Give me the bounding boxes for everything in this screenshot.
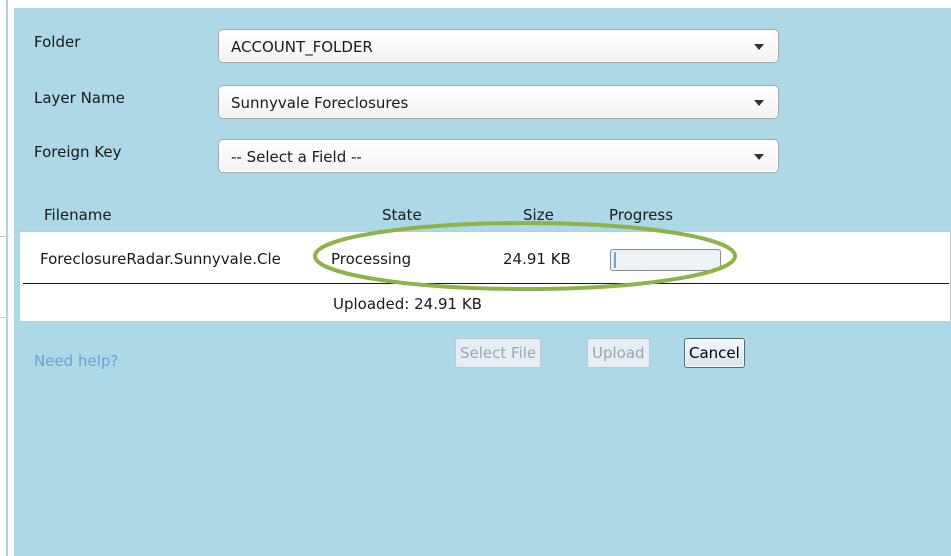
file-table: ForeclosureRadar.Sunnyvale.Cle Processin… [19, 231, 951, 322]
foreign-key-dropdown-value: -- Select a Field -- [231, 148, 362, 166]
row-size: 24.91 KB [503, 250, 571, 268]
column-header-state: State [382, 206, 422, 224]
need-help-link[interactable]: Need help? [34, 352, 118, 370]
upload-panel: Folder ACCOUNT_FOLDER Layer Name Sunnyva… [14, 8, 951, 556]
row-divider [23, 283, 949, 284]
chevron-down-icon [754, 44, 764, 50]
foreign-key-dropdown[interactable]: -- Select a Field -- [218, 139, 779, 173]
foreign-key-label: Foreign Key [34, 143, 122, 161]
left-strip [0, 0, 14, 556]
folder-dropdown-value: ACCOUNT_FOLDER [231, 38, 373, 56]
upload-progress-bar [610, 249, 721, 271]
folder-label: Folder [34, 33, 81, 51]
row-state: Processing [331, 250, 412, 268]
column-header-progress: Progress [609, 206, 674, 224]
select-file-button[interactable]: Select File [455, 338, 542, 368]
layer-name-dropdown[interactable]: Sunnyvale Foreclosures [218, 85, 779, 119]
upload-progress-fill [613, 252, 616, 268]
column-header-size: Size [523, 206, 554, 224]
chevron-down-icon [754, 100, 764, 106]
layer-name-label: Layer Name [34, 89, 125, 107]
folder-dropdown[interactable]: ACCOUNT_FOLDER [218, 29, 779, 63]
row-filename: ForeclosureRadar.Sunnyvale.Cle [40, 250, 281, 268]
uploaded-status: Uploaded: 24.91 KB [333, 295, 482, 313]
column-header-filename: Filename [44, 206, 112, 224]
chevron-down-icon [754, 154, 764, 160]
layer-name-dropdown-value: Sunnyvale Foreclosures [231, 94, 409, 112]
cancel-button[interactable]: Cancel [684, 338, 745, 368]
upload-button[interactable]: Upload [587, 338, 650, 368]
left-strip-marker [0, 236, 9, 318]
